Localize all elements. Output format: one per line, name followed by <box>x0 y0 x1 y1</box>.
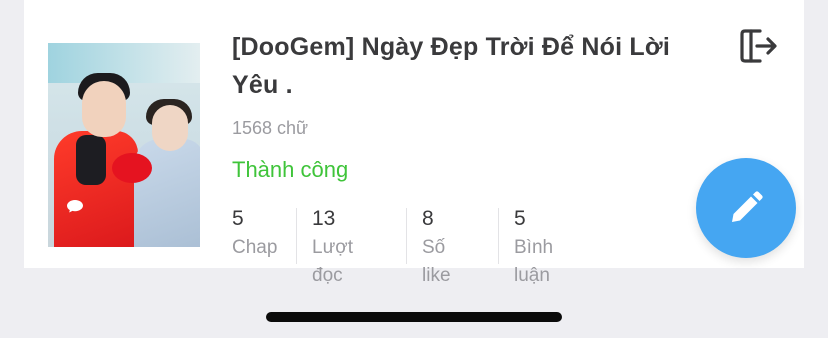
stat-likes-label: Số like <box>422 237 451 286</box>
cover-figure-left-shirt <box>76 135 106 185</box>
exit-icon[interactable] <box>738 27 778 65</box>
stat-divider <box>498 208 499 264</box>
chat-bubble-icon <box>67 200 83 213</box>
stat-comments-value: 5 <box>514 207 526 230</box>
stat-likes-value: 8 <box>422 207 434 230</box>
cover-roses <box>112 153 152 183</box>
stat-chap-label: Chap <box>232 237 278 258</box>
stat-comments: 5 Bình luận <box>514 204 553 286</box>
stat-divider <box>296 208 297 264</box>
stat-chap: 5 Chap <box>232 204 277 262</box>
stat-chap-value: 5 <box>232 207 244 230</box>
pencil-icon <box>732 191 763 222</box>
cover-background <box>48 43 200 83</box>
cover-figure-right-head <box>152 105 188 151</box>
stat-reads: 13 Lượt đọc <box>312 204 353 286</box>
story-cover-image[interactable] <box>48 43 200 247</box>
stat-divider <box>406 208 407 264</box>
story-title[interactable]: [DooGem] Ngày Đẹp Trời Để Nói Lời Yêu . <box>232 28 722 104</box>
word-count: 1568 chữ <box>232 118 309 138</box>
stat-reads-label: Lượt đọc <box>312 237 354 286</box>
stat-likes: 8 Số like <box>422 204 451 286</box>
status-badge: Thành công <box>232 157 349 182</box>
stat-comments-label: Bình luận <box>514 237 554 286</box>
cover-figure-left-head <box>82 81 126 137</box>
stat-reads-value: 13 <box>312 207 336 230</box>
home-indicator[interactable] <box>266 312 562 322</box>
edit-button[interactable] <box>696 158 796 258</box>
